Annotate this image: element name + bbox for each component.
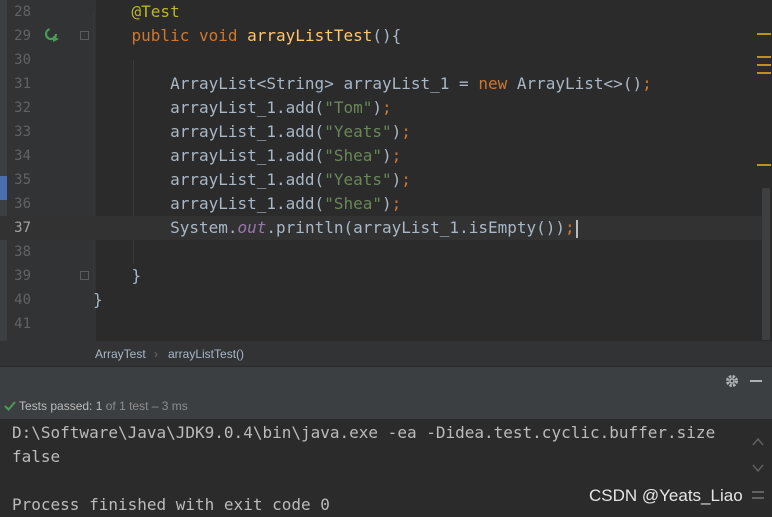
console-exit-line: Process finished with exit code 0 xyxy=(12,495,330,514)
warning-marker[interactable] xyxy=(757,56,771,58)
line-number: 33 xyxy=(14,124,31,140)
warning-marker[interactable] xyxy=(757,64,771,66)
code-text: System.out.println(arrayList_1.isEmpty()… xyxy=(93,216,578,240)
breadcrumb: ArrayTest › arrayListTest() xyxy=(0,341,772,367)
line-number: 36 xyxy=(14,196,31,212)
line-number: 30 xyxy=(14,52,31,68)
code-line[interactable]: 38 xyxy=(0,240,772,264)
gear-icon[interactable] xyxy=(724,373,740,389)
code-editor[interactable]: 28 @Test 29 public void arrayListTest(){3… xyxy=(0,0,772,341)
code-text: } xyxy=(93,266,142,285)
line-number: 40 xyxy=(14,292,31,308)
tests-passed-detail: of 1 test – 3 ms xyxy=(105,399,188,413)
line-number: 35 xyxy=(14,172,31,188)
run-test-icon[interactable] xyxy=(44,27,60,43)
code-text: ArrayList<String> arrayList_1 = new Arra… xyxy=(93,74,652,93)
code-line[interactable]: 36 arrayList_1.add("Shea"); xyxy=(0,192,772,216)
line-number: 31 xyxy=(14,76,31,92)
breadcrumb-class[interactable]: ArrayTest xyxy=(95,342,146,367)
code-line[interactable]: 40} xyxy=(0,288,772,312)
code-text: @Test xyxy=(131,2,180,21)
code-line[interactable]: 34 arrayList_1.add("Shea"); xyxy=(0,144,772,168)
warning-marker[interactable] xyxy=(757,164,771,166)
code-line[interactable]: 31 ArrayList<String> arrayList_1 = new A… xyxy=(0,72,772,96)
fold-end-icon[interactable] xyxy=(80,271,89,280)
tests-passed-label: Tests passed: xyxy=(19,399,93,413)
breadcrumb-separator: › xyxy=(154,347,158,361)
code-line[interactable]: 35 arrayList_1.add("Yeats"); xyxy=(0,168,772,192)
editor-scrollbar-thumb[interactable] xyxy=(762,188,770,340)
code-line[interactable]: 32 arrayList_1.add("Tom"); xyxy=(0,96,772,120)
warning-marker[interactable] xyxy=(757,72,771,74)
code-line[interactable]: 37 System.out.println(arrayList_1.isEmpt… xyxy=(0,216,772,240)
code-text: arrayList_1.add("Shea"); xyxy=(93,194,402,213)
warning-marker[interactable] xyxy=(757,33,771,35)
run-panel-header xyxy=(0,366,772,394)
console-output-line: false xyxy=(12,447,61,466)
code-text: } xyxy=(93,290,103,309)
tests-passed-count: 1 xyxy=(95,399,103,413)
code-line[interactable]: 41 xyxy=(0,312,772,336)
minimize-icon[interactable] xyxy=(750,380,762,382)
code-line[interactable]: 30 xyxy=(0,48,772,72)
code-text: arrayList_1.add("Yeats"); xyxy=(93,170,411,189)
code-line[interactable]: 29 public void arrayListTest(){ xyxy=(0,24,772,48)
code-line[interactable]: 28 @Test xyxy=(0,0,772,24)
console-command-line: D:\Software\Java\JDK9.0.4\bin\java.exe -… xyxy=(12,423,716,442)
console-scroll-arrows[interactable] xyxy=(748,427,768,517)
line-number: 41 xyxy=(14,316,31,332)
code-text: public void arrayListTest(){ xyxy=(131,26,402,45)
line-number: 29 xyxy=(14,28,31,44)
code-text: arrayList_1.add("Shea"); xyxy=(93,146,402,165)
check-icon xyxy=(4,401,16,411)
test-status-bar: Tests passed: 1 of 1 test – 3 ms xyxy=(0,393,772,419)
line-number: 28 xyxy=(14,4,31,20)
line-number: 38 xyxy=(14,244,31,260)
code-text: arrayList_1.add("Tom"); xyxy=(93,98,392,117)
code-text: arrayList_1.add("Yeats"); xyxy=(93,122,411,141)
line-number: 39 xyxy=(14,268,31,284)
code-line[interactable]: 33 arrayList_1.add("Yeats"); xyxy=(0,120,772,144)
breadcrumb-method[interactable]: arrayListTest() xyxy=(168,342,244,367)
watermark: CSDN @Yeats_Liao xyxy=(589,486,743,505)
line-number: 34 xyxy=(14,148,31,164)
line-number: 37 xyxy=(14,220,31,236)
fold-method-icon[interactable] xyxy=(80,31,89,40)
line-number: 32 xyxy=(14,100,31,116)
code-line[interactable]: 39 } xyxy=(0,264,772,288)
test-status-text: Tests passed: 1 of 1 test – 3 ms xyxy=(19,393,188,419)
text-caret xyxy=(575,219,578,238)
